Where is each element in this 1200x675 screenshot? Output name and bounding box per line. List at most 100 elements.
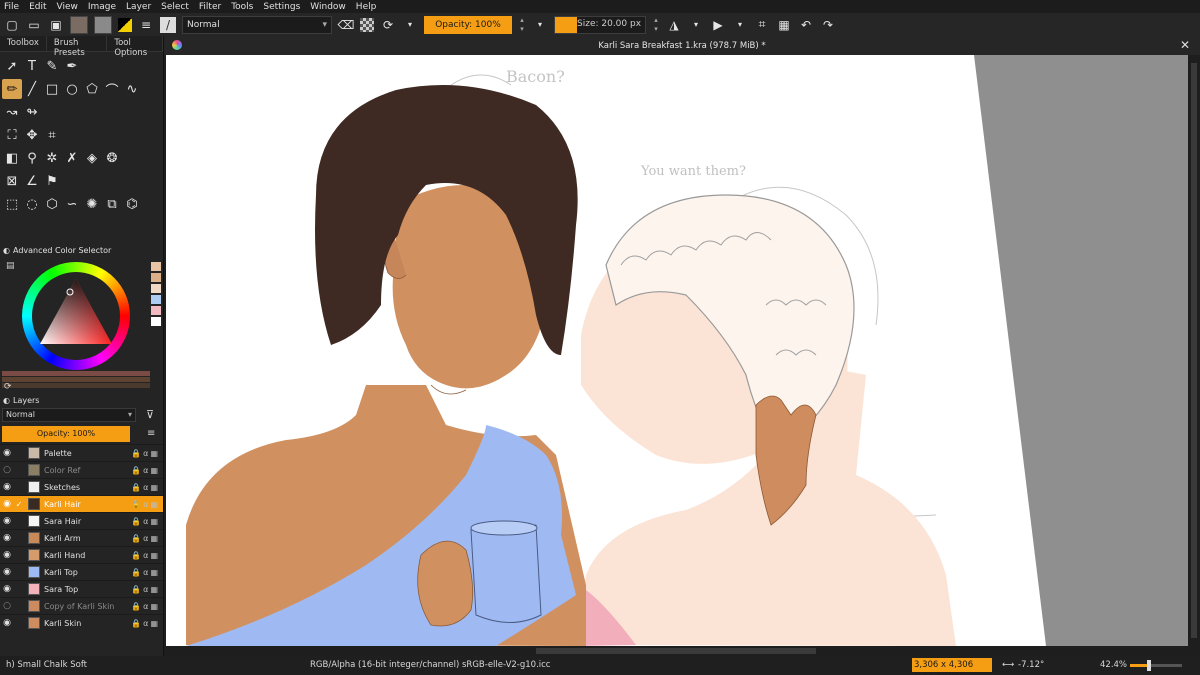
dropdown-icon[interactable]: ▾ bbox=[532, 17, 548, 33]
refresh-icon[interactable]: ⟳ bbox=[4, 382, 12, 392]
visibility-eye-icon[interactable]: ○ bbox=[0, 465, 14, 475]
similar-select-icon[interactable]: ⧉ bbox=[102, 194, 122, 214]
brush-preset-status[interactable]: h) Small Chalk Soft bbox=[6, 660, 87, 670]
scrollbar-thumb[interactable] bbox=[536, 648, 816, 654]
assistant-tool-icon[interactable]: ⊠ bbox=[2, 171, 22, 191]
reload-icon[interactable]: ⟳ bbox=[380, 17, 396, 33]
ellipse-select-icon[interactable]: ◌ bbox=[22, 194, 42, 214]
color-space-status[interactable]: RGB/Alpha (16-bit integer/channel) sRGB-… bbox=[310, 660, 550, 670]
visibility-eye-icon[interactable]: ◉ bbox=[0, 533, 14, 543]
polyline-tool-icon[interactable]: ⌒ bbox=[102, 79, 122, 99]
opacity-slider[interactable]: Opacity: 100% bbox=[424, 15, 512, 34]
move-tool-icon[interactable]: ✥ bbox=[22, 125, 42, 145]
redo-icon[interactable]: ↷ bbox=[820, 17, 836, 33]
layer-row[interactable]: ◉ Sara Top 🔒α▦ bbox=[0, 580, 163, 597]
layer-row-active[interactable]: ◉ ✓ Karli Hair 🔒α▦ bbox=[0, 495, 163, 512]
menu-file[interactable]: File bbox=[4, 2, 19, 12]
dynamic-brush-icon[interactable]: ↬ bbox=[22, 102, 42, 122]
brush-preview-icon[interactable]: / bbox=[160, 16, 176, 33]
layer-row[interactable]: ○ Color Ref 🔒α▦ bbox=[0, 461, 163, 478]
document-tab[interactable]: Karli Sara Breakfast 1.kra (978.7 MiB) *… bbox=[164, 36, 1200, 55]
zoom-slider-knob[interactable] bbox=[1147, 660, 1151, 671]
freehand-brush-icon[interactable]: ✏ bbox=[2, 79, 22, 99]
gradient-swatch-icon[interactable] bbox=[94, 15, 112, 34]
menu-help[interactable]: Help bbox=[356, 2, 377, 12]
layer-menu-icon[interactable]: ≡ bbox=[147, 428, 155, 439]
layer-flags-icon[interactable]: 🔒α▦ bbox=[127, 500, 163, 509]
rotation-status[interactable]: -7.12° bbox=[1018, 660, 1044, 670]
brush-presets-icon[interactable]: ≡ bbox=[138, 17, 154, 33]
text-tool-icon[interactable]: T bbox=[22, 56, 42, 76]
mirror-horizontal-icon[interactable]: ◮ bbox=[666, 17, 682, 33]
menu-image[interactable]: Image bbox=[88, 2, 116, 12]
tab-toolbox[interactable]: Toolbox bbox=[0, 36, 47, 51]
layer-row[interactable]: ◉ Karli Top 🔒α▦ bbox=[0, 563, 163, 580]
dropdown-icon[interactable]: ▾ bbox=[688, 17, 704, 33]
size-spin-icon[interactable]: ▴ ▾ bbox=[652, 16, 660, 34]
color-strip[interactable] bbox=[2, 371, 150, 376]
alpha-lock-icon[interactable] bbox=[360, 17, 374, 32]
settings-icon[interactable]: ▤ bbox=[6, 261, 15, 271]
measure-tool-icon[interactable]: ∠ bbox=[22, 171, 42, 191]
crop-icon[interactable]: ⌗ bbox=[754, 17, 770, 33]
visibility-eye-icon[interactable]: ◉ bbox=[0, 584, 14, 594]
enclose-fill-icon[interactable]: ❂ bbox=[102, 148, 122, 168]
layer-blend-mode-select[interactable]: Normal bbox=[2, 408, 136, 422]
reference-tool-icon[interactable]: ⚑ bbox=[42, 171, 62, 191]
visibility-eye-icon[interactable]: ◉ bbox=[0, 567, 14, 577]
color-strip[interactable] bbox=[2, 383, 150, 388]
color-history-swatch[interactable] bbox=[151, 306, 161, 315]
menu-filter[interactable]: Filter bbox=[199, 2, 221, 12]
color-strip[interactable] bbox=[2, 377, 150, 382]
color-history-swatch[interactable] bbox=[151, 262, 161, 271]
edit-shapes-icon[interactable]: ✎ bbox=[42, 56, 62, 76]
undo-icon[interactable]: ↶ bbox=[798, 17, 814, 33]
foreground-background-color-icon[interactable] bbox=[118, 17, 132, 32]
fill-tool-icon[interactable]: ◈ bbox=[82, 148, 102, 168]
layer-flags-icon[interactable]: 🔒α▦ bbox=[127, 466, 163, 475]
menu-settings[interactable]: Settings bbox=[263, 2, 300, 12]
layer-row[interactable]: ◉ Karli Skin 🔒α▦ bbox=[0, 614, 163, 631]
layer-flags-icon[interactable]: 🔒α▦ bbox=[127, 517, 163, 526]
zoom-slider[interactable] bbox=[1130, 660, 1182, 671]
visibility-eye-icon[interactable]: ◉ bbox=[0, 618, 14, 628]
layer-row[interactable]: ◉ Karli Hand 🔒α▦ bbox=[0, 546, 163, 563]
layer-flags-icon[interactable]: 🔒α▦ bbox=[127, 619, 163, 628]
layer-row[interactable]: ◉ Palette 🔒α▦ bbox=[0, 444, 163, 461]
rect-select-icon[interactable]: ⬚ bbox=[2, 194, 22, 214]
color-picker-icon[interactable]: ⚲ bbox=[22, 148, 42, 168]
tab-brush-presets[interactable]: Brush Presets bbox=[47, 36, 108, 58]
color-history-swatch[interactable] bbox=[151, 273, 161, 282]
canvas[interactable]: Bacon? You want them? o bbox=[166, 55, 1188, 646]
close-icon[interactable]: ✕ bbox=[1180, 38, 1190, 52]
layer-row[interactable]: ◉ Karli Arm 🔒α▦ bbox=[0, 529, 163, 546]
layer-checkbox[interactable]: ✓ bbox=[14, 500, 24, 509]
calligraphy-icon[interactable]: ✒ bbox=[62, 56, 82, 76]
color-wheel[interactable] bbox=[22, 262, 130, 370]
menu-view[interactable]: View bbox=[57, 2, 78, 12]
blend-mode-select[interactable]: Normal bbox=[182, 15, 332, 34]
smart-patch-icon[interactable]: ✲ bbox=[42, 148, 62, 168]
menu-edit[interactable]: Edit bbox=[29, 2, 46, 12]
scrollbar-thumb[interactable] bbox=[1191, 63, 1197, 638]
eraser-icon[interactable]: ⌫ bbox=[338, 17, 355, 33]
layer-flags-icon[interactable]: 🔒α▦ bbox=[127, 585, 163, 594]
color-history-swatch[interactable] bbox=[151, 317, 161, 326]
gradient-tool-icon[interactable]: ◧ bbox=[2, 148, 22, 168]
layer-flags-icon[interactable]: 🔒α▦ bbox=[127, 449, 163, 458]
visibility-eye-icon[interactable]: ◉ bbox=[0, 448, 14, 458]
layer-flags-icon[interactable]: 🔒α▦ bbox=[127, 568, 163, 577]
layer-row[interactable]: ◉ Sketches 🔒α▦ bbox=[0, 478, 163, 495]
select-shapes-icon[interactable]: ➚ bbox=[2, 56, 22, 76]
filter-icon[interactable]: ⊽ bbox=[146, 408, 154, 421]
pattern-swatch-icon[interactable] bbox=[70, 15, 88, 34]
dropdown-icon[interactable]: ▾ bbox=[402, 17, 418, 33]
ellipse-tool-icon[interactable]: ○ bbox=[62, 79, 82, 99]
layer-row[interactable]: ◉ Sara Hair 🔒α▦ bbox=[0, 512, 163, 529]
horizontal-scrollbar[interactable] bbox=[166, 646, 1188, 656]
menu-window[interactable]: Window bbox=[310, 2, 346, 12]
layer-flags-icon[interactable]: 🔒α▦ bbox=[127, 483, 163, 492]
layer-opacity-slider[interactable]: Opacity: 100% bbox=[2, 426, 130, 442]
image-dimensions-status[interactable]: 3,306 x 4,306 (978.7 MiB) bbox=[912, 658, 992, 675]
visibility-eye-icon[interactable]: ◉ bbox=[0, 550, 14, 560]
